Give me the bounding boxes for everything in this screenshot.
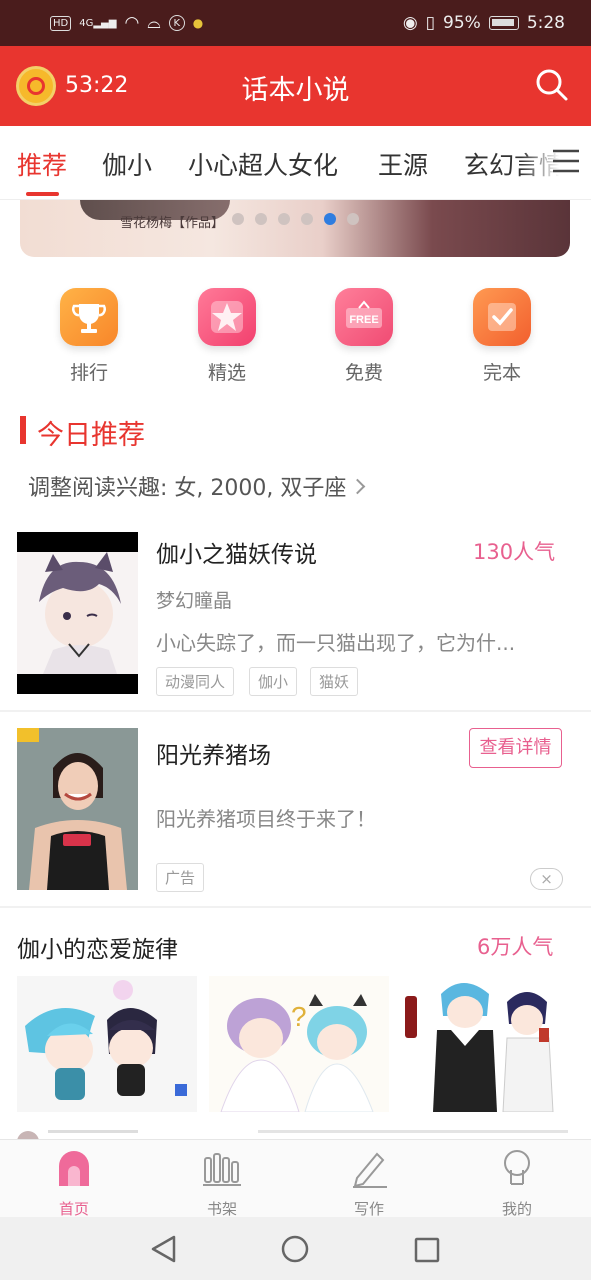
menu-icon[interactable] (551, 148, 581, 174)
signal-icon: 4G▂▄▆ (79, 17, 117, 29)
tab-xiaoxin[interactable]: 小心超人女化 (188, 146, 338, 182)
trophy-icon (60, 288, 118, 346)
book-title[interactable]: 伽小的恋爱旋律 (17, 930, 178, 964)
carousel-dot-active (324, 213, 336, 225)
book-image[interactable] (17, 976, 197, 1112)
carousel-dot (301, 213, 313, 225)
clock: 5:28 (526, 13, 565, 33)
ad-label: 广告 (156, 863, 205, 892)
book-image[interactable]: ? (209, 976, 389, 1112)
chevron-right-icon (350, 478, 366, 495)
k-icon: K (168, 15, 185, 31)
carousel-dot (232, 213, 244, 225)
section-marker (20, 416, 26, 444)
status-bar: HD 4G▂▄▆ ◠ ⌓ K ● ◉ ▯ 95% 5:28 (0, 0, 591, 46)
nav-bookshelf[interactable]: 书架 (177, 1148, 267, 1219)
nav-home-label: 首页 (58, 1200, 89, 1218)
divider (0, 906, 591, 908)
battery-icon (488, 16, 519, 30)
quick-featured[interactable]: 精选 (192, 288, 262, 385)
wifi-icon: ◠ (124, 13, 140, 33)
quick-free[interactable]: FREE 免费 (329, 288, 399, 385)
star-icon (198, 288, 256, 346)
app-title: 话本小说 (241, 75, 350, 106)
divider (0, 710, 591, 712)
carousel-dots (232, 213, 359, 225)
nav-profile-label: 我的 (501, 1200, 532, 1218)
free-icon: FREE (335, 288, 393, 346)
eye-icon: ◉ (402, 13, 418, 33)
hd-indicator: HD (50, 15, 72, 31)
pen-icon (353, 1152, 387, 1188)
bookshelf-icon (203, 1153, 241, 1186)
banner-caption: 雪花杨梅【作品】 (120, 216, 225, 231)
back-icon[interactable] (150, 1235, 178, 1263)
adjust-interest-link[interactable]: 调整阅读兴趣: 女, 2000, 双子座 (28, 470, 366, 502)
headset-icon: ⌓ (147, 13, 161, 33)
ad-description: 阳光养猪项目终于来了！ (156, 807, 376, 831)
category-tabs: 推荐 伽小 小心超人女化 王源 玄幻言情 (0, 126, 591, 200)
battery-percent: 95% (443, 13, 481, 33)
book-author[interactable]: 梦幻瞳晶 (156, 586, 232, 613)
book-title[interactable]: 伽小之猫妖传说 (156, 535, 317, 569)
home-icon (59, 1151, 89, 1186)
carousel-dot (278, 213, 290, 225)
tab-jiaxiao[interactable]: 伽小 (102, 146, 152, 182)
check-icon (473, 288, 531, 346)
vibrate-icon: ▯ (425, 13, 436, 33)
section-title: 今日推荐 (37, 420, 145, 451)
book-description: 小心失踪了，而一只猫出现了，它为什... (156, 631, 516, 655)
quick-completed-label: 完本 (482, 362, 521, 384)
popularity-count: 130人气 (473, 540, 556, 564)
quick-ranking[interactable]: 排行 (54, 288, 124, 385)
nav-write-label: 写作 (353, 1200, 384, 1218)
tab-recommend[interactable]: 推荐 (17, 146, 67, 182)
ad-title[interactable]: 阳光养猪场 (156, 736, 271, 770)
home-circle-icon[interactable] (281, 1235, 309, 1263)
ad-image[interactable] (17, 728, 138, 890)
tab-wangyuan[interactable]: 王源 (378, 146, 428, 182)
svg-text:?: ? (291, 1001, 307, 1032)
nav-home[interactable]: 首页 (29, 1148, 119, 1219)
active-tab-indicator (26, 192, 59, 196)
quick-completed[interactable]: 完本 (467, 288, 537, 385)
carousel-dot (347, 213, 359, 225)
system-navigation-bar (0, 1217, 591, 1280)
search-icon[interactable] (535, 68, 569, 102)
nav-bookshelf-label: 书架 (206, 1200, 237, 1218)
nav-profile[interactable]: 我的 (472, 1148, 562, 1219)
book-tag[interactable]: 动漫同人 (156, 667, 235, 696)
book-tag[interactable]: 猫妖 (310, 667, 359, 696)
nav-write[interactable]: 写作 (324, 1148, 414, 1219)
carousel-dot (255, 213, 267, 225)
book-tag[interactable]: 伽小 (249, 667, 298, 696)
close-ad-button[interactable]: × (530, 868, 563, 890)
profile-icon (504, 1150, 530, 1185)
view-details-button[interactable]: 查看详情 (469, 728, 562, 768)
quick-featured-label: 精选 (207, 362, 246, 384)
book-image[interactable] (397, 976, 571, 1112)
quick-free-label: 免费 (344, 362, 383, 384)
popularity-count: 6万人气 (477, 935, 554, 959)
bottom-navigation: 首页 书架 写作 我的 (0, 1139, 591, 1219)
svg-text:FREE: FREE (349, 314, 378, 326)
quick-ranking-label: 排行 (69, 362, 108, 384)
bulb-icon: ● (192, 16, 204, 30)
app-header: 53:22 话本小说 (0, 46, 591, 126)
banner-carousel[interactable]: 雪花杨梅【作品】 (20, 200, 570, 257)
recents-icon[interactable] (414, 1237, 440, 1263)
book-cover[interactable] (17, 532, 138, 694)
